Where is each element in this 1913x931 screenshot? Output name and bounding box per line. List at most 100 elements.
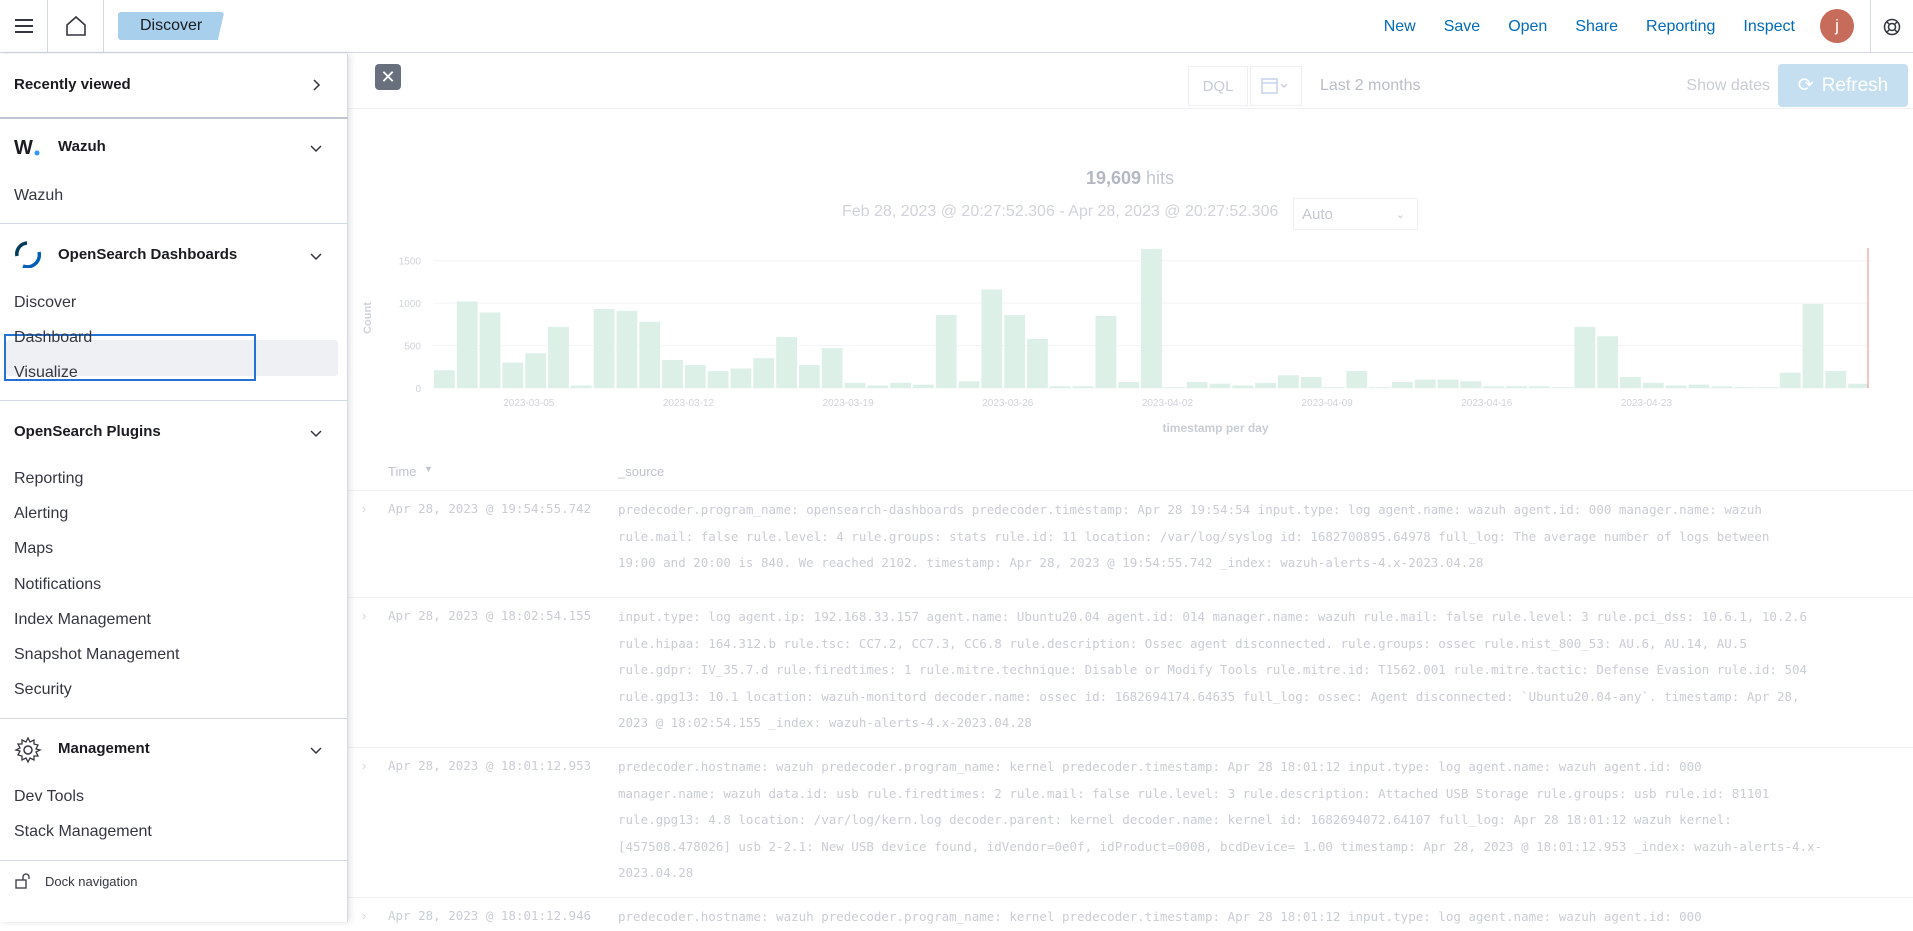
interval-value: Auto — [1302, 205, 1333, 223]
histogram-bar — [1734, 387, 1755, 388]
hits-count: 19,609 hits — [1000, 168, 1260, 189]
table-header: Time ▼ _source — [348, 458, 1913, 488]
sidebar-item-index-management[interactable]: Index Management — [14, 611, 151, 629]
inspect-link[interactable]: Inspect — [1743, 18, 1795, 36]
x-tick-label: 2023-04-23 — [1621, 398, 1673, 409]
divider — [0, 860, 348, 861]
wazuh-group-header[interactable]: Wazuh — [58, 138, 106, 155]
help-button[interactable] — [1870, 0, 1913, 53]
new-link[interactable]: New — [1384, 18, 1416, 36]
query-language-button[interactable]: DQL — [1188, 66, 1248, 106]
histogram-bar — [1163, 387, 1185, 388]
sidebar-item-maps[interactable]: Maps — [14, 540, 53, 558]
histogram-bar — [1392, 382, 1413, 388]
histogram-bar — [1186, 382, 1208, 388]
sidebar-item-security[interactable]: Security — [14, 681, 72, 699]
hamburger-icon — [14, 19, 33, 33]
x-tick-label: 2023-04-02 — [1142, 398, 1194, 409]
show-dates-link[interactable]: Show dates — [1660, 66, 1770, 106]
menu-toggle-button[interactable] — [0, 0, 48, 53]
source-line: [457508.478026] usb 2-2.1: New USB devic… — [618, 838, 1823, 854]
histogram-date-range: Feb 28, 2023 @ 20:27:52.306 - Apr 28, 20… — [842, 203, 1279, 220]
x-axis-label: timestamp per day — [1162, 421, 1268, 435]
recently-viewed-header[interactable]: Recently viewed — [14, 76, 131, 93]
sort-down-icon[interactable]: ▼ — [424, 464, 433, 474]
table-row[interactable]: › Apr 28, 2023 @ 19:54:55.742 predecoder.p… — [348, 490, 1913, 597]
sidebar-item-dashboard[interactable]: Dashboard — [14, 329, 92, 347]
chevron-down-icon[interactable] — [309, 426, 323, 440]
opensearch-plugins-group-header[interactable]: OpenSearch Plugins — [14, 423, 161, 440]
opensearch-dashboards-group-header[interactable]: OpenSearch Dashboards — [58, 246, 237, 263]
histogram-bar — [1711, 386, 1733, 388]
histogram-bar — [1437, 379, 1459, 388]
interval-select[interactable]: Auto ⌄ — [1293, 198, 1418, 230]
sidebar-item-notifications[interactable]: Notifications — [14, 576, 101, 594]
histogram-bar — [981, 289, 1003, 388]
sidebar-item-wazuh[interactable]: Wazuh — [14, 187, 63, 205]
source-column-header: _source — [618, 464, 665, 479]
sidebar-item-stack-management[interactable]: Stack Management — [14, 823, 152, 841]
expand-row-icon[interactable]: › — [362, 758, 366, 773]
sidebar-item-discover[interactable]: Discover — [14, 294, 76, 312]
chevron-down-icon[interactable] — [309, 743, 323, 757]
dock-navigation-button[interactable]: Dock navigation — [45, 874, 138, 889]
sidebar-item-snapshot-management[interactable]: Snapshot Management — [14, 646, 179, 664]
sidebar-item-dev-tools[interactable]: Dev Tools — [14, 788, 84, 806]
histogram-bar — [1528, 386, 1550, 388]
sidebar-item-alerting[interactable]: Alerting — [14, 505, 68, 523]
chevron-right-icon[interactable] — [309, 78, 323, 92]
expand-row-icon[interactable]: › — [362, 908, 366, 923]
histogram-bar — [1004, 315, 1026, 388]
histogram-bar — [913, 384, 934, 388]
reporting-link[interactable]: Reporting — [1646, 18, 1715, 36]
histogram-bar — [730, 368, 752, 388]
source-line: predecoder.hostname: wazuh predecoder.pr… — [618, 759, 1702, 774]
hits-label: hits — [1146, 168, 1175, 188]
chevron-down-icon[interactable] — [309, 141, 323, 155]
x-tick-label: 2023-03-19 — [823, 398, 875, 409]
divider — [0, 400, 348, 401]
histogram-bar — [684, 365, 706, 388]
y-tick-label: 500 — [404, 342, 421, 353]
chevron-down-icon[interactable] — [309, 249, 323, 263]
management-group-header[interactable]: Management — [58, 740, 150, 757]
histogram-bar — [593, 309, 615, 388]
histogram-bar — [1027, 338, 1048, 388]
table-row[interactable]: › Apr 28, 2023 @ 18:01:12.946 predecoder.h… — [348, 897, 1913, 927]
side-navigation: Recently viewed W Wazuh Wazuh OpenSearch… — [0, 54, 348, 922]
save-link[interactable]: Save — [1444, 18, 1480, 36]
breadcrumb-discover[interactable]: Discover — [118, 12, 225, 40]
close-nav-button[interactable]: ✕ — [375, 64, 401, 90]
y-axis-label: Count — [362, 302, 374, 334]
histogram-bar — [1277, 375, 1299, 388]
hits-number: 19,609 — [1085, 168, 1142, 188]
expand-row-icon[interactable]: › — [362, 608, 366, 623]
histogram-bar — [798, 365, 820, 388]
home-button[interactable] — [48, 0, 104, 53]
user-avatar[interactable]: j — [1820, 9, 1854, 43]
histogram-bar — [867, 385, 889, 388]
share-link[interactable]: Share — [1575, 18, 1618, 36]
source-line: rule.gdpr: IV_35.7.d rule.firedtimes: 1 … — [618, 662, 1808, 677]
histogram-bar — [776, 337, 797, 388]
x-tick-label: 2023-03-26 — [982, 398, 1034, 409]
histogram-bar — [1620, 376, 1641, 388]
refresh-button[interactable]: ⟳ Refresh — [1778, 64, 1908, 107]
histogram-bar — [821, 348, 843, 388]
histogram-bar — [1232, 385, 1254, 388]
time-column-header[interactable]: Time — [388, 464, 416, 479]
divider — [0, 117, 348, 119]
histogram-bar — [753, 358, 775, 388]
sidebar-item-visualize[interactable]: Visualize — [14, 364, 78, 382]
table-row[interactable]: › Apr 28, 2023 @ 18:02:54.155 input.type: … — [348, 597, 1913, 747]
expand-row-icon[interactable]: › — [362, 501, 366, 516]
open-link[interactable]: Open — [1508, 18, 1547, 36]
sidebar-item-reporting[interactable]: Reporting — [14, 470, 83, 488]
row-timestamp: Apr 28, 2023 @ 18:01:12.953 — [388, 758, 592, 773]
table-row[interactable]: › Apr 28, 2023 @ 18:01:12.953 predecoder.h… — [348, 747, 1913, 897]
histogram-bar — [434, 370, 455, 388]
top-header: Discover New Save Open Share Reporting I… — [0, 0, 1913, 53]
date-quick-menu-button[interactable] — [1250, 66, 1302, 106]
histogram-bar — [1323, 387, 1345, 388]
row-source: predecoder.hostname: wazuh predecoder.pr… — [618, 904, 1898, 931]
